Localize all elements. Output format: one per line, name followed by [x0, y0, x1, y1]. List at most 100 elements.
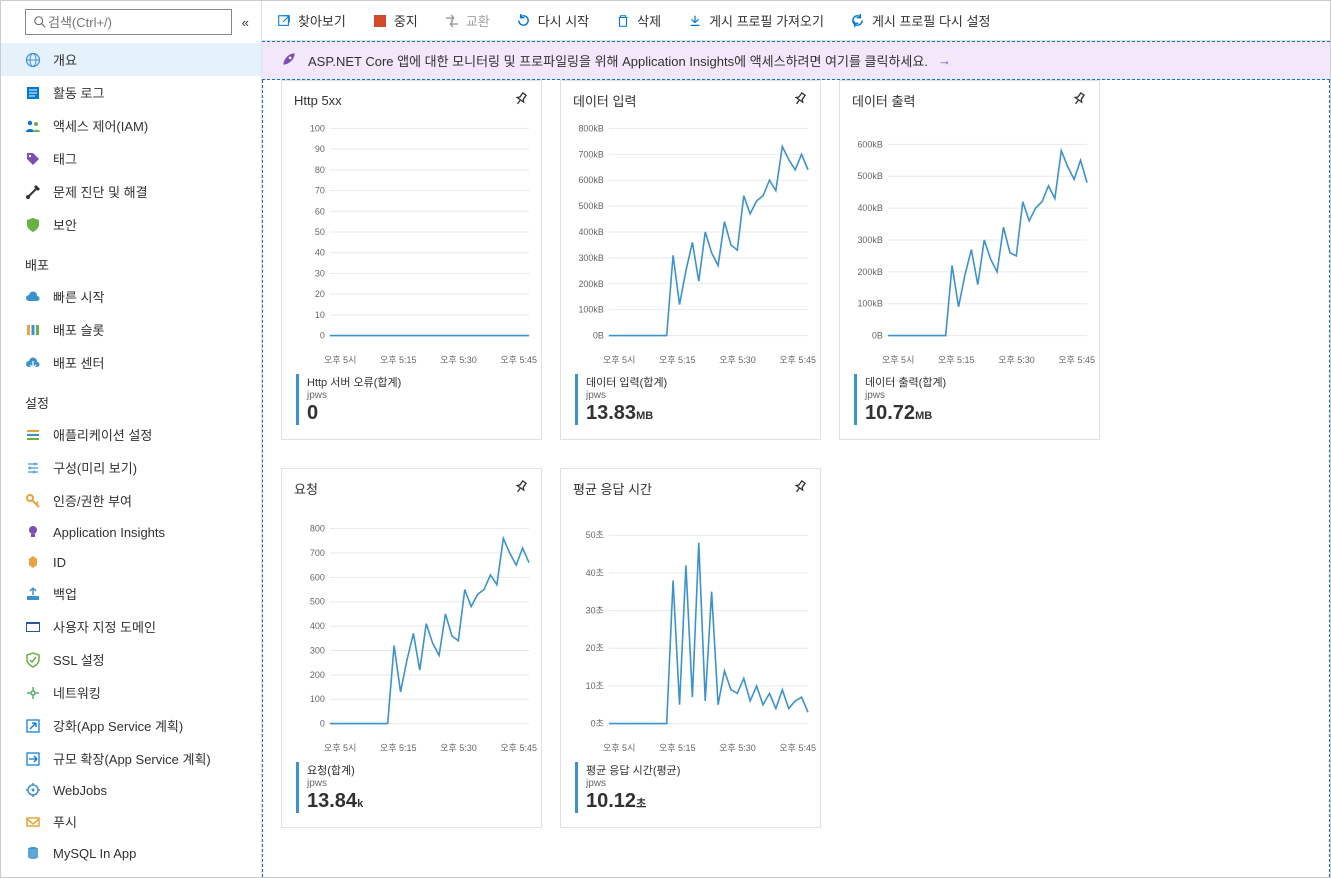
globe-icon — [25, 52, 41, 68]
reset-profile-button[interactable]: 게시 프로필 다시 설정 — [846, 7, 994, 34]
svg-text:200kB: 200kB — [578, 279, 603, 289]
browse-button[interactable]: 찾아보기 — [272, 7, 350, 34]
svg-text:40: 40 — [315, 248, 325, 258]
sidebar-item-tools[interactable]: 문제 진단 및 해결 — [1, 175, 261, 208]
get-profile-button[interactable]: 게시 프로필 가져오기 — [683, 7, 828, 34]
svg-text:70: 70 — [315, 186, 325, 196]
toolbar: 찾아보기 중지 교환 다시 시작 삭제 게시 프로필 가져오기 — [262, 1, 1330, 41]
pin-icon[interactable] — [792, 479, 808, 498]
search-input[interactable] — [48, 15, 225, 30]
backup-icon — [25, 586, 41, 602]
sidebar-item-tag[interactable]: 태그 — [1, 142, 261, 175]
sidebar-item-label: 배포 슬롯 — [53, 320, 104, 339]
stop-button[interactable]: 중지 — [368, 7, 422, 34]
card-title: 요청 — [294, 479, 318, 498]
collapse-sidebar-button[interactable]: « — [238, 13, 253, 32]
insights-banner[interactable]: ASP.NET Core 앱에 대한 모니터링 및 프로파일링을 위해 Appl… — [262, 41, 1330, 80]
sidebar-item-cloud[interactable]: 빠른 시작 — [1, 280, 261, 313]
card-title: 평균 응답 시간 — [573, 479, 652, 498]
pin-icon[interactable] — [1071, 91, 1087, 110]
summary-value: 13.83MB — [586, 401, 667, 425]
id-icon — [25, 554, 41, 570]
sidebar-item-config[interactable]: 구성(미리 보기) — [1, 451, 261, 484]
svg-text:400kB: 400kB — [857, 203, 882, 213]
slots-icon — [25, 322, 41, 338]
appsettings-icon — [25, 427, 41, 443]
svg-text:40초: 40초 — [586, 568, 604, 578]
chart-card-datain[interactable]: 데이터 입력0B100kB200kB300kB400kB500kB600kB70… — [560, 80, 821, 440]
sidebar-item-label: 활동 로그 — [53, 83, 104, 102]
summary-value: 0 — [307, 401, 401, 425]
sidebar-item-label: WebJobs — [53, 783, 107, 798]
search-input-container[interactable] — [25, 9, 232, 35]
people-icon — [25, 118, 41, 134]
swap-button[interactable]: 교환 — [440, 7, 494, 34]
tools-icon — [25, 184, 41, 200]
sidebar-item-shield[interactable]: 보안 — [1, 208, 261, 241]
webjobs-icon — [25, 782, 41, 798]
sidebar-item-label: 푸시 — [53, 812, 77, 831]
sidebar-item-label: 액세스 제어(IAM) — [53, 116, 148, 135]
chart-card-requests[interactable]: 요청0100200300400500600700800오후 5시오후 5:15오… — [281, 468, 542, 828]
summary-value: 13.84k — [307, 789, 363, 813]
sidebar-item-label: 강화(App Service 계획) — [53, 716, 183, 735]
svg-text:0초: 0초 — [591, 719, 604, 729]
summary-label: 데이터 출력(합계) — [865, 374, 946, 390]
sidebar-item-label: 개요 — [53, 50, 77, 69]
rocket-icon — [280, 50, 298, 71]
sidebar-item-deploy[interactable]: 배포 센터 — [1, 346, 261, 379]
sidebar-item-domain[interactable]: 사용자 지정 도메인 — [1, 610, 261, 643]
network-icon — [25, 685, 41, 701]
chart-card-http5xx[interactable]: Http 5xx0102030405060708090100오후 5시오후 5:… — [281, 80, 542, 440]
sidebar-item-network[interactable]: 네트워킹 — [1, 676, 261, 709]
chart-card-avgresp[interactable]: 평균 응답 시간0초10초20초30초40초50초오후 5시오후 5:15오후 … — [560, 468, 821, 828]
svg-text:200kB: 200kB — [857, 267, 882, 277]
sidebar-item-label: 애플리케이션 설정 — [53, 425, 152, 444]
sidebar-item-key[interactable]: 인증/권한 부여 — [1, 484, 261, 517]
chart-card-dataout[interactable]: 데이터 출력0B100kB200kB300kB400kB500kB600kB오후… — [839, 80, 1100, 440]
svg-text:800: 800 — [310, 524, 325, 534]
sidebar-item-push[interactable]: 푸시 — [1, 805, 261, 838]
main-content: 찾아보기 중지 교환 다시 시작 삭제 게시 프로필 가져오기 — [262, 1, 1330, 877]
sidebar-item-scaleout[interactable]: 규모 확장(App Service 계획) — [1, 742, 261, 775]
sidebar-item-ssl[interactable]: SSL 설정 — [1, 643, 261, 676]
svg-text:30초: 30초 — [586, 606, 604, 616]
sidebar-item-bulb[interactable]: Application Insights — [1, 517, 261, 547]
swap-label: 교환 — [466, 11, 490, 30]
sidebar-item-backup[interactable]: 백업 — [1, 577, 261, 610]
delete-button[interactable]: 삭제 — [611, 7, 665, 34]
pin-icon[interactable] — [792, 91, 808, 110]
sidebar-item-people[interactable]: 액세스 제어(IAM) — [1, 109, 261, 142]
delete-icon — [615, 13, 631, 29]
svg-text:90: 90 — [315, 144, 325, 154]
svg-text:400kB: 400kB — [578, 227, 603, 237]
sidebar-item-label: 문제 진단 및 해결 — [53, 182, 148, 201]
scaleup-icon — [25, 718, 41, 734]
card-title: 데이터 출력 — [852, 91, 915, 110]
banner-text: ASP.NET Core 앱에 대한 모니터링 및 프로파일링을 위해 Appl… — [308, 51, 928, 70]
sidebar-item-id[interactable]: ID — [1, 547, 261, 577]
sidebar-item-appsettings[interactable]: 애플리케이션 설정 — [1, 418, 261, 451]
sidebar-item-scaleup[interactable]: 강화(App Service 계획) — [1, 709, 261, 742]
sidebar-item-label: 인증/권한 부여 — [53, 491, 132, 510]
log-icon — [25, 85, 41, 101]
sidebar-item-mysql[interactable]: MySQL In App — [1, 838, 261, 868]
svg-text:100: 100 — [310, 123, 325, 133]
summary-label: 요청(합계) — [307, 762, 363, 778]
sidebar-item-webjobs[interactable]: WebJobs — [1, 775, 261, 805]
pin-icon[interactable] — [513, 91, 529, 110]
section-settings: 설정 — [1, 379, 261, 418]
sidebar-item-label: SSL 설정 — [53, 650, 105, 669]
sidebar-item-slots[interactable]: 배포 슬롯 — [1, 313, 261, 346]
summary-sub: jpws — [865, 390, 946, 401]
restart-button[interactable]: 다시 시작 — [512, 7, 593, 34]
sidebar-item-globe[interactable]: 개요 — [1, 43, 261, 76]
sidebar-item-log[interactable]: 활동 로그 — [1, 76, 261, 109]
svg-text:700kB: 700kB — [578, 149, 603, 159]
pin-icon[interactable] — [513, 479, 529, 498]
sidebar-item-label: 태그 — [53, 149, 77, 168]
mysql-icon — [25, 845, 41, 861]
svg-text:80: 80 — [315, 165, 325, 175]
key-icon — [25, 493, 41, 509]
scaleout-icon — [25, 751, 41, 767]
